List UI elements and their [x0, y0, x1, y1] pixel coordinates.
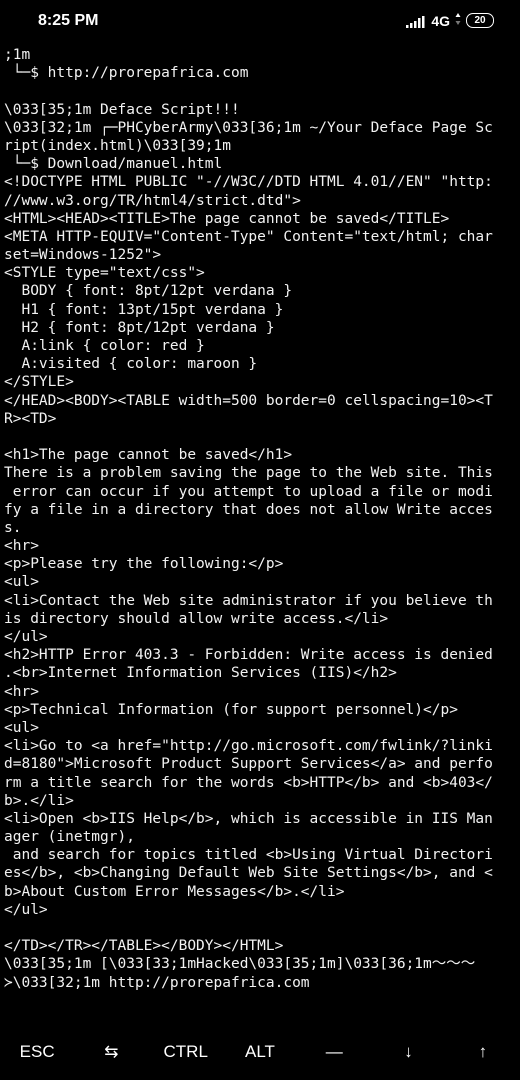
terminal-line: es</b>, <b>Changing Default Web Site Set… [4, 865, 493, 882]
terminal-line: ;1m [4, 47, 31, 63]
arrow-up-key[interactable]: ↑ [446, 1024, 520, 1080]
terminal-line: <p>Please try the following:</p> [4, 556, 284, 573]
terminal-line: and search for topics titled <b>Using Vi… [4, 847, 493, 864]
terminal-line: \033[35;1m [\033[33;1mHacked\033[35;1m]\… [4, 956, 476, 973]
arrow-down-key[interactable]: ↓ [371, 1024, 445, 1080]
terminal-line: <li>Contact the Web site administrator i… [4, 592, 493, 609]
battery-icon: 20 [466, 13, 494, 28]
terminal-line: <META HTTP-EQUIV="Content-Type" Content=… [4, 228, 493, 245]
terminal-line: ager (inetmgr), [4, 829, 135, 846]
terminal-line: BODY { font: 8pt/12pt verdana } [4, 283, 293, 300]
terminal-line: └─$ http://prorepafrica.com [4, 65, 249, 82]
terminal-line: H2 { font: 8pt/12pt verdana } [4, 319, 275, 336]
terminal-line: \033[35;1m Deface Script!!! [4, 101, 240, 118]
alt-key[interactable]: ALT [223, 1024, 297, 1080]
terminal-line: is directory should allow write access.<… [4, 610, 389, 627]
terminal-line: ≻\033[32;1m http://prorepafrica.com [4, 974, 310, 991]
status-bar: 8:25 PM 4G 20 [0, 0, 520, 44]
terminal-line: <hr> [4, 683, 39, 700]
terminal-line: </ul> [4, 901, 48, 918]
terminal-line: rm a title search for the words <b>HTTP<… [4, 774, 493, 791]
terminal-line: <p>Technical Information (for support pe… [4, 701, 458, 718]
terminal-line: set=Windows-1252"> [4, 247, 162, 264]
terminal-line: d=8180">Microsoft Product Support Servic… [4, 756, 493, 773]
terminal-line: ript(index.html)\033[39;1m [4, 137, 231, 154]
status-time: 8:25 PM [38, 12, 99, 29]
terminal-line: H1 { font: 13pt/15pt verdana } [4, 301, 284, 318]
terminal-line: \033[32;1m ┌─PHCyberArmy\033[36;1m ~/You… [4, 119, 493, 136]
terminal-line: </HEAD><BODY><TABLE width=500 border=0 c… [4, 392, 493, 409]
terminal-line: <!DOCTYPE HTML PUBLIC "-//W3C//DTD HTML … [4, 174, 493, 191]
extra-keys-bar: ESC ⇆ CTRL ALT — ↓ ↑ [0, 1024, 520, 1080]
terminal-line: s. [4, 519, 22, 536]
terminal-line: A:visited { color: maroon } [4, 356, 258, 373]
network-type-label: 4G [431, 12, 450, 29]
esc-key[interactable]: ESC [0, 1024, 74, 1080]
terminal-line: .<br>Internet Information Services (IIS)… [4, 665, 397, 682]
terminal-line: <hr> [4, 538, 39, 555]
terminal-line: <h2>HTTP Error 403.3 - Forbidden: Write … [4, 647, 493, 664]
signal-strength-icon [406, 14, 426, 28]
terminal-line: <li>Go to <a href="http://go.microsoft.c… [4, 738, 493, 755]
terminal-line: <ul> [4, 719, 39, 736]
terminal-line: <li>Open <b>IIS Help</b>, which is acces… [4, 810, 493, 827]
terminal-line: <ul> [4, 574, 39, 591]
terminal-line: </ul> [4, 629, 48, 645]
terminal-line: There is a problem saving the page to th… [4, 465, 493, 482]
terminal-line: fy a file in a directory that does not a… [4, 501, 493, 518]
terminal-line: └─$ Download/manuel.html [4, 156, 223, 173]
terminal-line: A:link { color: red } [4, 338, 205, 354]
terminal-line: <h1>The page cannot be saved</h1> [4, 447, 293, 464]
terminal-line: <STYLE type="text/css"> [4, 265, 205, 282]
terminal-line: //www.w3.org/TR/html4/strict.dtd"> [4, 192, 301, 209]
terminal-line: </STYLE> [4, 374, 74, 391]
terminal-line: error can occur if you attempt to upload… [4, 483, 493, 500]
status-indicators: 4G 20 [406, 11, 494, 30]
data-activity-icon [455, 11, 461, 30]
terminal-line: <HTML><HEAD><TITLE>The page cannot be sa… [4, 210, 450, 227]
ctrl-key[interactable]: CTRL [149, 1024, 223, 1080]
dash-key[interactable]: — [297, 1024, 371, 1080]
terminal-line: </TD></TR></TABLE></BODY></HTML> [4, 938, 284, 955]
terminal-line: b>.</li> [4, 792, 74, 809]
terminal-line: b>About Custom Error Messages</b>.</li> [4, 883, 345, 900]
battery-level: 20 [474, 15, 486, 26]
terminal-output[interactable]: ;1m └─$ http://prorepafrica.com \033[35;1… [4, 46, 518, 1016]
tab-key[interactable]: ⇆ [74, 1024, 148, 1080]
terminal-line: R><TD> [4, 410, 57, 427]
